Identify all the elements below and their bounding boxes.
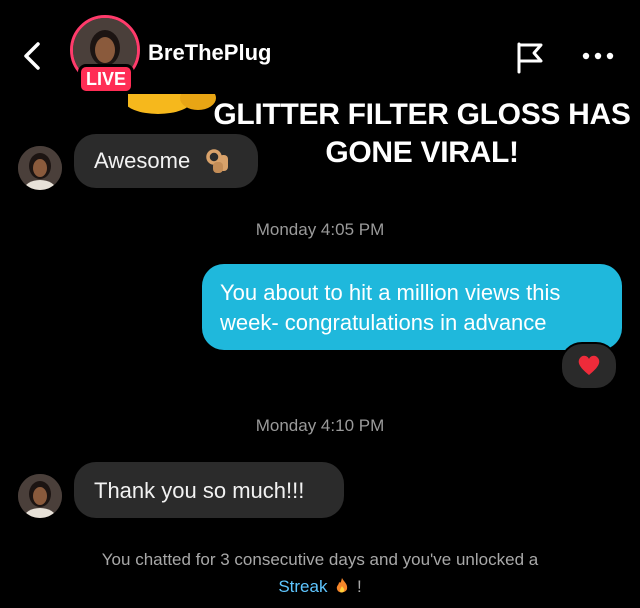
message-timestamp: Monday 4:05 PM	[255, 220, 385, 239]
sticker-emoji-icon	[128, 94, 216, 114]
message-timestamp: Monday 4:10 PM	[255, 416, 385, 435]
message-text-line-2: week- congratulations in advance	[220, 310, 547, 335]
flag-icon[interactable]	[512, 40, 548, 76]
message-text-line-1: You about to hit a million views this	[220, 280, 561, 305]
streak-notice-text: You chatted for 3 consecutive days and y…	[101, 550, 539, 569]
message-text: Thank you so much!!!	[94, 478, 305, 503]
chat-username[interactable]: BreThePlug	[148, 40, 271, 66]
overlay-caption-line-1: GLITTER FILTER GLOSS HAS	[213, 98, 631, 131]
message-text: Awesome	[94, 148, 191, 173]
message-bubble-incoming[interactable]: Awesome	[74, 134, 258, 188]
back-arrow-icon[interactable]	[18, 36, 46, 76]
sender-avatar[interactable]	[18, 474, 62, 518]
streak-notice: You chatted for 3 consecutive days and y…	[0, 546, 640, 600]
heart-reaction[interactable]	[560, 342, 618, 390]
fire-icon	[336, 578, 348, 593]
message-bubble-outgoing[interactable]: You about to hit a million views this we…	[202, 264, 622, 350]
streak-notice-line-2: Streak !	[0, 573, 640, 600]
live-badge[interactable]: LIVE	[78, 64, 134, 94]
ok-hand-emoji-icon	[206, 149, 228, 173]
overlay-caption: GLITTER FILTER GLOSS HAS GONE VIRAL!	[212, 96, 632, 172]
overlay-caption-line-2: GONE VIRAL!	[325, 136, 519, 169]
more-dots-icon[interactable]	[580, 46, 616, 66]
sender-avatar[interactable]	[18, 146, 62, 190]
chat-header: LIVE BreThePlug	[0, 0, 640, 98]
message-bubble-incoming[interactable]: Thank you so much!!!	[74, 462, 344, 518]
streak-link[interactable]: Streak	[278, 577, 327, 596]
heart-icon	[578, 355, 600, 375]
streak-suffix: !	[356, 577, 362, 596]
